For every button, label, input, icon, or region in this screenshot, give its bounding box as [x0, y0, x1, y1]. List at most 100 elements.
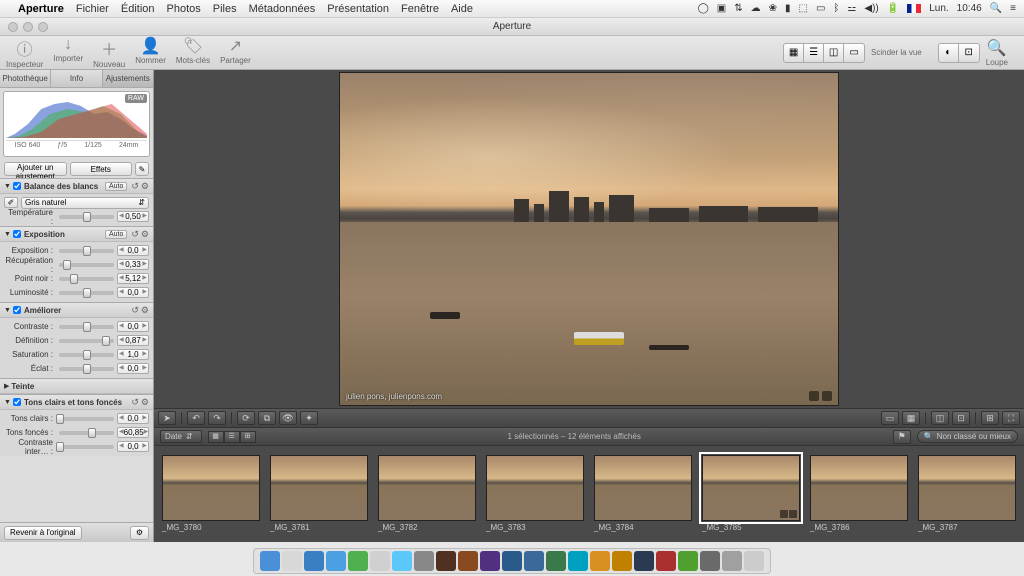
menu-presentation[interactable]: Présentation [327, 3, 389, 15]
retouch-icon[interactable]: ✦ [300, 411, 318, 425]
reset-icon[interactable]: ↺ [131, 181, 139, 192]
reset-icon[interactable]: ↺ [131, 229, 139, 240]
temperature-slider[interactable] [59, 215, 114, 219]
exposure-slider[interactable] [59, 249, 114, 253]
clock-day[interactable]: Lun. [929, 3, 948, 14]
nouveau-button[interactable]: ＋Nouveau [93, 36, 125, 69]
highlights-slider[interactable] [59, 417, 114, 421]
aux2-icon[interactable]: ⊡ [959, 44, 979, 62]
thumbnail[interactable]: _MG_3783 [486, 455, 584, 534]
dock-app-icon[interactable] [326, 551, 346, 571]
thumb-view-icon[interactable]: ▦ [208, 431, 224, 443]
grid-view-icon[interactable]: ⊞ [240, 431, 256, 443]
add-adjustment-dropdown[interactable]: Ajouter un ajustement [4, 162, 67, 176]
menu-piles[interactable]: Piles [213, 3, 237, 15]
vt-view4-icon[interactable]: ⊡ [952, 411, 970, 425]
app-menu[interactable]: Aperture [18, 3, 64, 15]
status-icon[interactable]: ⇅ [734, 3, 742, 14]
exposure-slider[interactable] [59, 277, 114, 281]
loupe-button[interactable]: 🔍 Loupe [986, 38, 1008, 67]
close-button[interactable] [8, 22, 18, 32]
thumbnail[interactable]: _MG_3781 [270, 455, 368, 534]
crop-icon[interactable]: ⧉ [258, 411, 276, 425]
reset-icon[interactable]: ↺ [131, 397, 139, 408]
menu-photos[interactable]: Photos [167, 3, 201, 15]
exposure-value[interactable]: ◀5,12▶ [117, 273, 149, 284]
eyedropper-icon[interactable]: ✐ [4, 197, 18, 208]
tab-info[interactable]: Info [51, 70, 102, 87]
thumbnail[interactable]: _MG_3784 [594, 455, 692, 534]
enhance-slider[interactable] [59, 339, 114, 343]
enhance-value[interactable]: ◀0,0▶ [117, 363, 149, 374]
highlights-slider[interactable] [59, 431, 114, 435]
aux1-icon[interactable]: ◐ [939, 44, 959, 62]
notifications-icon[interactable]: ≡ [1010, 3, 1016, 14]
dropbox-icon[interactable]: ☁ [751, 3, 761, 14]
dock-app-icon[interactable] [348, 551, 368, 571]
auto-button[interactable]: Auto [105, 182, 127, 191]
dock-app-icon[interactable] [436, 551, 456, 571]
view-mode-buttons[interactable]: ▦ ☰ ◫ ▭ [783, 43, 865, 63]
enhance-value[interactable]: ◀0,87▶ [117, 335, 149, 346]
gear-icon[interactable]: ⚙ [141, 305, 149, 316]
bluetooth-icon[interactable]: ᛒ [833, 3, 839, 14]
partager-button[interactable]: ↗Partager [220, 36, 251, 69]
disclosure-icon[interactable]: ▼ [4, 399, 11, 406]
disclosure-icon[interactable]: ▼ [4, 183, 11, 190]
vt-view3-icon[interactable]: ◫ [931, 411, 949, 425]
view-grid-icon[interactable]: ▦ [784, 44, 804, 62]
dock-app-icon[interactable] [656, 551, 676, 571]
menu-fichier[interactable]: Fichier [76, 3, 109, 15]
split-view-button[interactable]: Scinder la vue [871, 48, 922, 57]
battery-icon[interactable]: 🔋 [887, 3, 899, 14]
redeye-icon[interactable]: 👁 [279, 411, 297, 425]
vt-view1-icon[interactable]: ▭ [881, 411, 899, 425]
volume-icon[interactable]: ◀)) [864, 3, 878, 14]
vt-fullscreen-icon[interactable]: ⛶ [1002, 411, 1020, 425]
sort-dropdown[interactable]: Date⇵ [160, 430, 202, 443]
adjustment-action-icon[interactable]: ✎ [135, 162, 149, 176]
dock-app-icon[interactable] [634, 551, 654, 571]
status-icon[interactable]: ▣ [717, 3, 726, 14]
dock-app-icon[interactable] [546, 551, 566, 571]
dock-app-icon[interactable] [458, 551, 478, 571]
filmstrip[interactable]: _MG_3780_MG_3781_MG_3782_MG_3783_MG_3784… [154, 446, 1024, 542]
straighten-icon[interactable]: ⟳ [237, 411, 255, 425]
rotate-right-icon[interactable]: ↷ [208, 411, 226, 425]
highlights-value[interactable]: ◀0,0▶ [117, 441, 149, 452]
status-icon[interactable]: ▮ [785, 3, 791, 14]
importer-button[interactable]: ↓Importer [53, 36, 83, 69]
menu-aide[interactable]: Aide [451, 3, 473, 15]
dock-app-icon[interactable] [590, 551, 610, 571]
highlights-slider[interactable] [59, 445, 114, 449]
dock-app-icon[interactable] [304, 551, 324, 571]
nommer-button[interactable]: 👤Nommer [135, 36, 166, 69]
panel-enable-checkbox[interactable] [13, 230, 21, 238]
thumbnail[interactable]: _MG_3786 [810, 455, 908, 534]
status-icon[interactable]: ❀ [769, 3, 777, 14]
exposure-slider[interactable] [59, 263, 114, 267]
view-list-icon[interactable]: ☰ [804, 44, 824, 62]
menu-metadonnees[interactable]: Métadonnées [249, 3, 316, 15]
dock-app-icon[interactable] [612, 551, 632, 571]
effects-dropdown[interactable]: Effets [70, 162, 133, 176]
disclosure-icon[interactable]: ▼ [4, 231, 11, 238]
exposure-slider[interactable] [59, 291, 114, 295]
view-full-icon[interactable]: ▭ [844, 44, 864, 62]
dock-app-icon[interactable] [502, 551, 522, 571]
panel-enable-checkbox[interactable] [13, 182, 21, 190]
disclosure-icon[interactable]: ▶ [4, 382, 9, 390]
dock-app-icon[interactable] [282, 551, 302, 571]
list-view-icon[interactable]: ☰ [224, 431, 240, 443]
flag-icon[interactable] [907, 4, 921, 13]
thumbnail[interactable]: _MG_3787 [918, 455, 1016, 534]
gear-icon[interactable]: ⚙ [141, 181, 149, 192]
enhance-value[interactable]: ◀1,0▶ [117, 349, 149, 360]
enhance-value[interactable]: ◀0,0▶ [117, 321, 149, 332]
dock-app-icon[interactable] [260, 551, 280, 571]
spotlight-icon[interactable]: 🔍 [990, 3, 1002, 14]
rating-filter[interactable]: 🔍Non classé ou mieux [917, 430, 1018, 443]
mots-clés-button[interactable]: 🏷Mots-clés [176, 36, 210, 69]
reset-icon[interactable]: ↺ [131, 305, 139, 316]
main-photo[interactable]: julien pons, julienpons.com [339, 72, 839, 406]
